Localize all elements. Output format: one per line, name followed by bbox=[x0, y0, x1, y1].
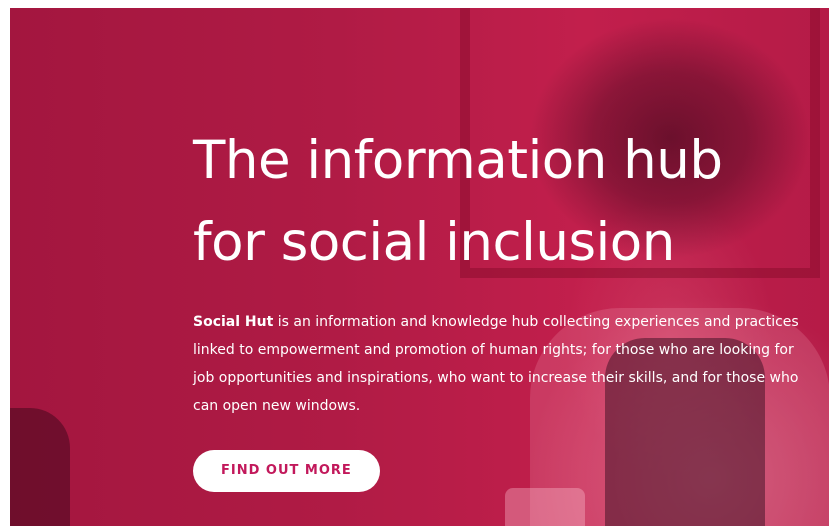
hero-content: The information hub for social inclusion… bbox=[193, 120, 823, 492]
hero-description-text: is an information and knowledge hub coll… bbox=[193, 314, 799, 414]
hero-section: The information hub for social inclusion… bbox=[10, 8, 829, 526]
background-cup bbox=[505, 488, 585, 526]
hero-title: The information hub for social inclusion bbox=[193, 120, 823, 284]
brand-name: Social Hut bbox=[193, 314, 274, 330]
find-out-more-button[interactable]: FIND OUT MORE bbox=[193, 450, 380, 492]
hero-title-line-2: for social inclusion bbox=[193, 212, 675, 273]
hero-description: Social Hut is an information and knowled… bbox=[193, 308, 818, 420]
hero-title-line-1: The information hub bbox=[193, 130, 723, 191]
background-left-shadow bbox=[10, 408, 70, 526]
